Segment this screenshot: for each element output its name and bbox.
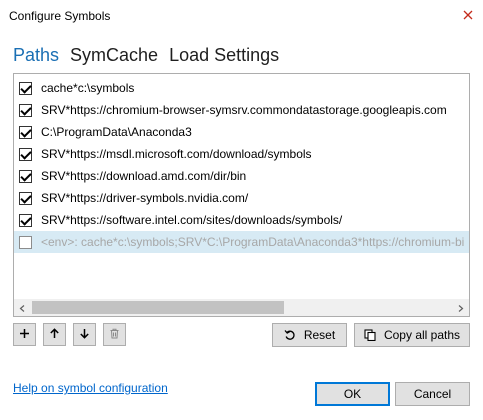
list-item[interactable]: SRV*https://software.intel.com/sites/dow…	[14, 209, 469, 231]
path-text: C:\ProgramData\Anaconda3	[41, 125, 192, 139]
path-text: SRV*https://chromium-browser-symsrv.comm…	[41, 103, 447, 117]
arrow-down-icon	[79, 328, 90, 342]
cancel-button[interactable]: Cancel	[395, 382, 470, 406]
chevron-left-icon	[19, 301, 26, 315]
path-text: SRV*https://msdl.microsoft.com/download/…	[41, 147, 312, 161]
path-checkbox[interactable]	[19, 81, 32, 95]
ok-label: OK	[343, 387, 362, 401]
move-down-button[interactable]	[73, 323, 96, 346]
copy-icon	[364, 329, 376, 341]
reset-label: Reset	[303, 328, 336, 342]
path-text-env: <env>: cache*c:\symbols;SRV*C:\ProgramDa…	[41, 235, 465, 249]
list-item[interactable]: C:\ProgramData\Anaconda3	[14, 121, 469, 143]
move-up-button[interactable]	[43, 323, 66, 346]
path-checkbox[interactable]	[19, 191, 32, 205]
scroll-left-button[interactable]	[14, 299, 31, 316]
tab-bar: Paths SymCache Load Settings	[13, 44, 290, 68]
delete-path-button[interactable]	[103, 323, 126, 346]
list-item[interactable]: SRV*https://download.amd.com/dir/bin	[14, 165, 469, 187]
trash-icon	[109, 328, 120, 342]
title-bar: Configure Symbols	[0, 0, 483, 32]
plus-icon	[19, 328, 30, 342]
symbol-path-list[interactable]: cache*c:\symbols SRV*https://chromium-br…	[13, 73, 470, 317]
reset-button[interactable]: Reset	[272, 323, 347, 347]
cancel-label: Cancel	[413, 387, 452, 401]
path-text: cache*c:\symbols	[41, 81, 135, 95]
list-item[interactable]: SRV*https://driver-symbols.nvidia.com/	[14, 187, 469, 209]
tab-load-settings[interactable]: Load Settings	[169, 44, 279, 68]
chevron-right-icon	[457, 301, 464, 315]
horizontal-scrollbar[interactable]	[14, 299, 469, 316]
path-checkbox[interactable]	[19, 125, 32, 139]
path-text: SRV*https://driver-symbols.nvidia.com/	[41, 191, 249, 205]
list-item[interactable]: cache*c:\symbols	[14, 77, 469, 99]
tab-symcache[interactable]: SymCache	[70, 44, 158, 68]
undo-icon	[284, 329, 296, 341]
path-checkbox[interactable]	[19, 169, 32, 183]
close-icon	[463, 9, 473, 23]
copy-all-label: Copy all paths	[383, 328, 461, 342]
path-checkbox[interactable]	[19, 213, 32, 227]
arrow-up-icon	[49, 327, 60, 342]
tab-paths[interactable]: Paths	[13, 44, 59, 68]
close-button[interactable]	[453, 0, 483, 32]
window-title: Configure Symbols	[9, 9, 111, 23]
path-checkbox[interactable]	[19, 103, 32, 117]
path-text: SRV*https://software.intel.com/sites/dow…	[41, 213, 343, 227]
ok-button[interactable]: OK	[315, 382, 390, 406]
list-item[interactable]: SRV*https://msdl.microsoft.com/download/…	[14, 143, 469, 165]
path-checkbox[interactable]	[19, 147, 32, 161]
add-path-button[interactable]	[13, 323, 36, 346]
scrollbar-thumb[interactable]	[32, 301, 284, 314]
path-text: SRV*https://download.amd.com/dir/bin	[41, 169, 247, 183]
scroll-right-button[interactable]	[452, 299, 469, 316]
copy-all-paths-button[interactable]: Copy all paths	[354, 323, 470, 347]
path-checkbox[interactable]	[19, 235, 32, 249]
help-link[interactable]: Help on symbol configuration	[13, 381, 168, 395]
list-item[interactable]: SRV*https://chromium-browser-symsrv.comm…	[14, 99, 469, 121]
list-item-env[interactable]: <env>: cache*c:\symbols;SRV*C:\ProgramDa…	[14, 231, 469, 253]
